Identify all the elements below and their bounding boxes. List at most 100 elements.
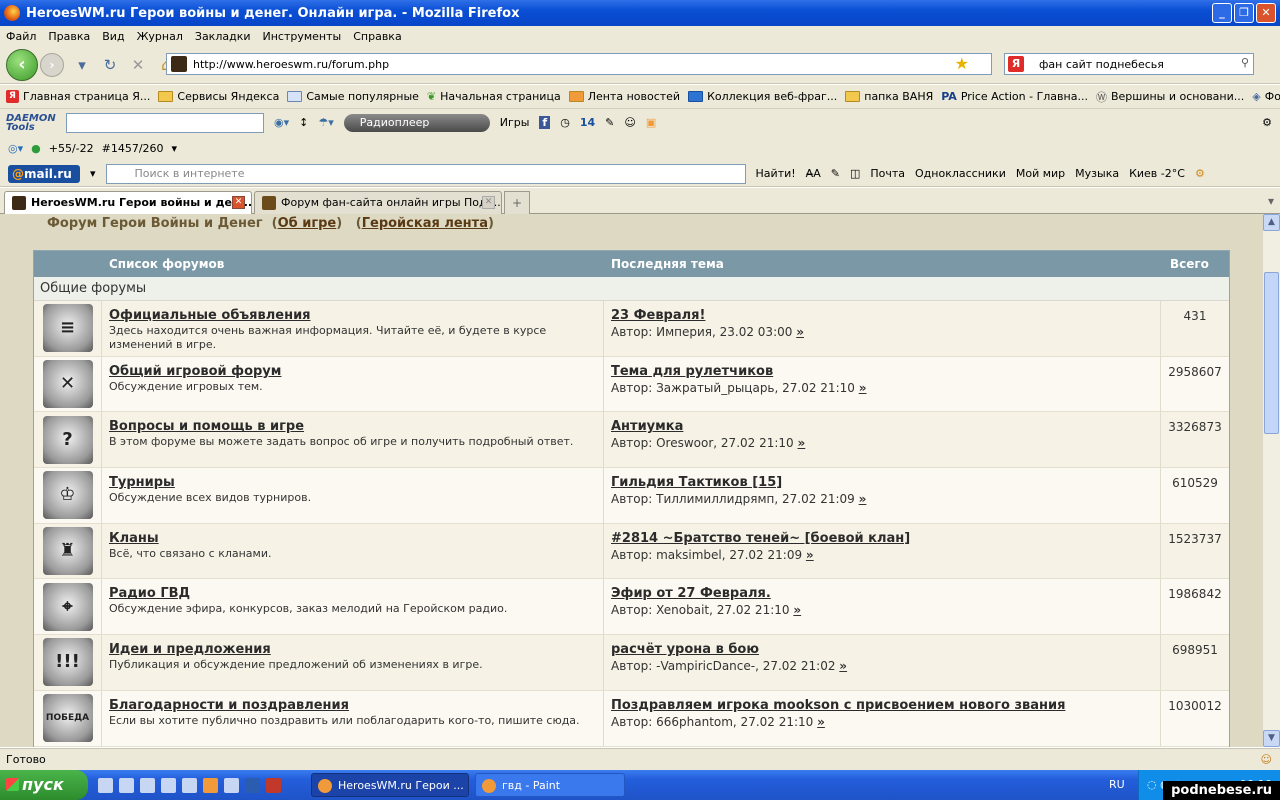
dropdown-arrow-icon[interactable]: ▾ [90, 167, 96, 180]
last-topic-link[interactable]: 23 Февраля! [611, 308, 705, 323]
forum-name-link[interactable]: Вопросы и помощь в игре [109, 419, 304, 434]
reload-icon[interactable]: ↻ [100, 55, 120, 75]
addon-icon[interactable]: ☺ [1261, 749, 1272, 770]
my-world-link[interactable]: Мой мир [1016, 167, 1065, 180]
search-bar[interactable]: Я фан сайт поднебесья ⚲ [1004, 53, 1254, 75]
pen-icon[interactable] [182, 777, 197, 793]
word-icon[interactable] [245, 777, 260, 793]
firefox-icon[interactable] [203, 777, 218, 793]
go-to-post-link[interactable]: » [796, 325, 804, 339]
menu-file[interactable]: Файл [6, 30, 36, 43]
weather-counter[interactable]: +55/-22 [49, 142, 94, 155]
odnoklassniki-link[interactable]: Одноклассники [915, 167, 1006, 180]
dropdown-arrow-icon[interactable]: ▾ [172, 142, 178, 155]
facebook-icon[interactable]: f [539, 116, 551, 129]
taskbar-item-firefox[interactable]: HeroesWM.ru Герои ... [311, 773, 469, 797]
bookmark-item[interactable]: Самые популярные [287, 90, 419, 103]
go-to-post-link[interactable]: » [798, 436, 806, 450]
arrows-icon[interactable]: ↕ [299, 116, 308, 129]
paint-icon[interactable] [224, 777, 239, 793]
forum-name-link[interactable]: Кланы [109, 531, 159, 546]
scroll-up-button[interactable]: ▲ [1263, 214, 1280, 231]
forum-name-link[interactable]: Общий игровой форум [109, 364, 281, 379]
bookmark-item[interactable]: Сервисы Яндекса [158, 90, 279, 103]
scroll-down-button[interactable]: ▼ [1263, 730, 1280, 747]
close-tab-icon[interactable]: ✕ [232, 196, 245, 209]
bookmark-item[interactable]: PA Price Action - Главна... [941, 90, 1088, 103]
weather-link[interactable]: Киев -2°C [1129, 167, 1185, 180]
forum-name-link[interactable]: Официальные объявления [109, 308, 311, 323]
rank-counter[interactable]: #1457/260 [102, 142, 164, 155]
people-icon[interactable]: ☺ [624, 116, 635, 129]
bookmark-star-icon[interactable]: ★ [955, 54, 969, 74]
clock-icon[interactable]: ◷ [560, 116, 570, 129]
close-button[interactable]: ✕ [1256, 3, 1276, 23]
menu-bookmarks[interactable]: Закладки [195, 30, 251, 43]
last-topic-link[interactable]: Эфир от 27 Февраля. [611, 586, 771, 601]
yandex-icon[interactable]: Я [1008, 56, 1024, 72]
screenshot-icon[interactable]: ◫ [850, 167, 860, 180]
settings-icon[interactable]: ⚙ [1195, 167, 1205, 180]
bookmark-item[interactable]: Коллекция веб-фраг... [688, 90, 837, 103]
mail-link[interactable]: Почта [870, 167, 905, 180]
menu-help[interactable]: Справка [353, 30, 401, 43]
start-button[interactable]: пуск [0, 770, 88, 800]
show-desktop-icon[interactable] [98, 777, 113, 793]
language-indicator[interactable]: RU [1109, 770, 1125, 800]
go-to-post-link[interactable]: » [859, 381, 867, 395]
menu-edit[interactable]: Правка [48, 30, 90, 43]
bookmark-item[interactable]: ◈Форум [1252, 90, 1280, 103]
hero-feed-link[interactable]: Геройская лента [362, 216, 488, 231]
mailru-search-input[interactable]: Поиск в интернете [105, 163, 746, 184]
settings-icon[interactable]: ⚙ [1262, 116, 1272, 129]
taskbar-item-paint[interactable]: гвд - Paint [475, 773, 625, 797]
magnifier-icon[interactable]: ⚲ [1241, 56, 1249, 69]
umbrella-icon[interactable]: ☂▾ [318, 116, 333, 129]
forum-name-link[interactable]: Благодарности и поздравления [109, 698, 349, 713]
go-to-post-link[interactable]: » [817, 715, 825, 729]
app-icon[interactable] [266, 777, 281, 793]
music-link[interactable]: Музыка [1075, 167, 1119, 180]
font-size-icon[interactable]: A̶A [806, 167, 821, 180]
forum-name-link[interactable]: Радио ГВД [109, 586, 190, 601]
url-bar[interactable]: http://www.heroeswm.ru/forum.php ★ [166, 53, 992, 75]
games-menu[interactable]: Игры [500, 116, 530, 129]
bookmark-item[interactable]: Лента новостей [568, 90, 680, 103]
last-topic-link[interactable]: Поздравляем игрока mookson с присвоением… [611, 698, 1065, 713]
last-topic-link[interactable]: Тема для рулетчиков [611, 364, 773, 379]
find-button[interactable]: Найти! [756, 167, 796, 180]
maximize-button[interactable]: ❐ [1234, 3, 1254, 23]
forward-button[interactable]: › [40, 52, 64, 77]
bookmark-item[interactable]: ❦ Начальная страница [427, 90, 561, 103]
last-topic-link[interactable]: #2814 ~Братство теней~ [боевой клан] [611, 531, 910, 546]
go-to-post-link[interactable]: » [793, 603, 801, 617]
globe-search-icon[interactable]: ◉▾ [274, 116, 289, 129]
tab-fan-forum[interactable]: Форум фан-сайта онлайн игры Подн... ✕ [254, 191, 502, 214]
last-topic-link[interactable]: Антиумка [611, 419, 683, 434]
about-game-link[interactable]: Об игре [278, 216, 337, 231]
daemon-combo-box[interactable] [66, 112, 264, 133]
close-tab-icon[interactable]: ✕ [482, 196, 495, 209]
highlight-icon[interactable]: ✎ [831, 167, 840, 180]
menu-view[interactable]: Вид [102, 30, 124, 43]
rss-icon[interactable]: ▣ [646, 116, 656, 129]
last-topic-link[interactable]: расчёт урона в бою [611, 642, 759, 657]
menu-history[interactable]: Журнал [137, 30, 183, 43]
tools-icon[interactable] [119, 777, 134, 793]
back-button[interactable]: ‹ [6, 48, 38, 81]
go-to-post-link[interactable]: » [806, 548, 814, 562]
scroll-thumb[interactable] [1264, 272, 1279, 434]
new-tab-button[interactable]: + [504, 191, 530, 214]
dropdown-arrow-icon[interactable]: ▾ [72, 55, 92, 75]
media-icon[interactable] [161, 777, 176, 793]
stop-icon[interactable]: ✕ [128, 55, 148, 75]
forum-name-link[interactable]: Турниры [109, 475, 175, 490]
bookmark-item[interactable]: Я Главная страница Я... [6, 90, 150, 103]
bookmark-item[interactable]: папка ВАНЯ [845, 90, 933, 103]
notes-icon[interactable]: ✎ [605, 116, 614, 129]
go-to-post-link[interactable]: » [859, 492, 867, 506]
menu-tools[interactable]: Инструменты [263, 30, 342, 43]
last-topic-link[interactable]: Гильдия Тактиков [15] [611, 475, 782, 490]
minimize-button[interactable]: _ [1212, 3, 1232, 23]
mailru-logo[interactable]: @mail.ru [8, 164, 80, 183]
